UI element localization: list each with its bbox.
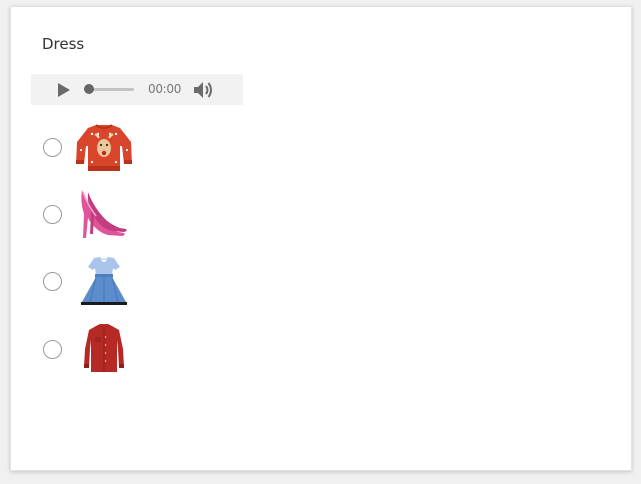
audio-player: 00:00: [31, 74, 243, 105]
red-shirt-image: [84, 324, 124, 372]
audio-time: 00:00: [148, 82, 182, 96]
audio-progress-handle[interactable]: [84, 84, 94, 94]
radio-button[interactable]: [43, 272, 62, 291]
answer-option-dress[interactable]: [43, 255, 143, 311]
radio-button[interactable]: [43, 340, 62, 359]
reindeer-sweater-image: [76, 124, 132, 171]
answer-option-high-heels[interactable]: [43, 188, 143, 244]
volume-icon[interactable]: [192, 80, 214, 100]
blue-dress-image: [81, 257, 127, 305]
radio-button[interactable]: [43, 205, 62, 224]
question-title: Dress: [42, 35, 85, 53]
question-card: Dress 00:00: [10, 6, 632, 471]
pink-high-heels-image: [81, 190, 127, 238]
radio-button[interactable]: [43, 138, 62, 157]
answer-option-sweater[interactable]: [43, 120, 143, 176]
play-icon[interactable]: [54, 81, 72, 99]
answer-option-shirt[interactable]: [43, 323, 143, 379]
